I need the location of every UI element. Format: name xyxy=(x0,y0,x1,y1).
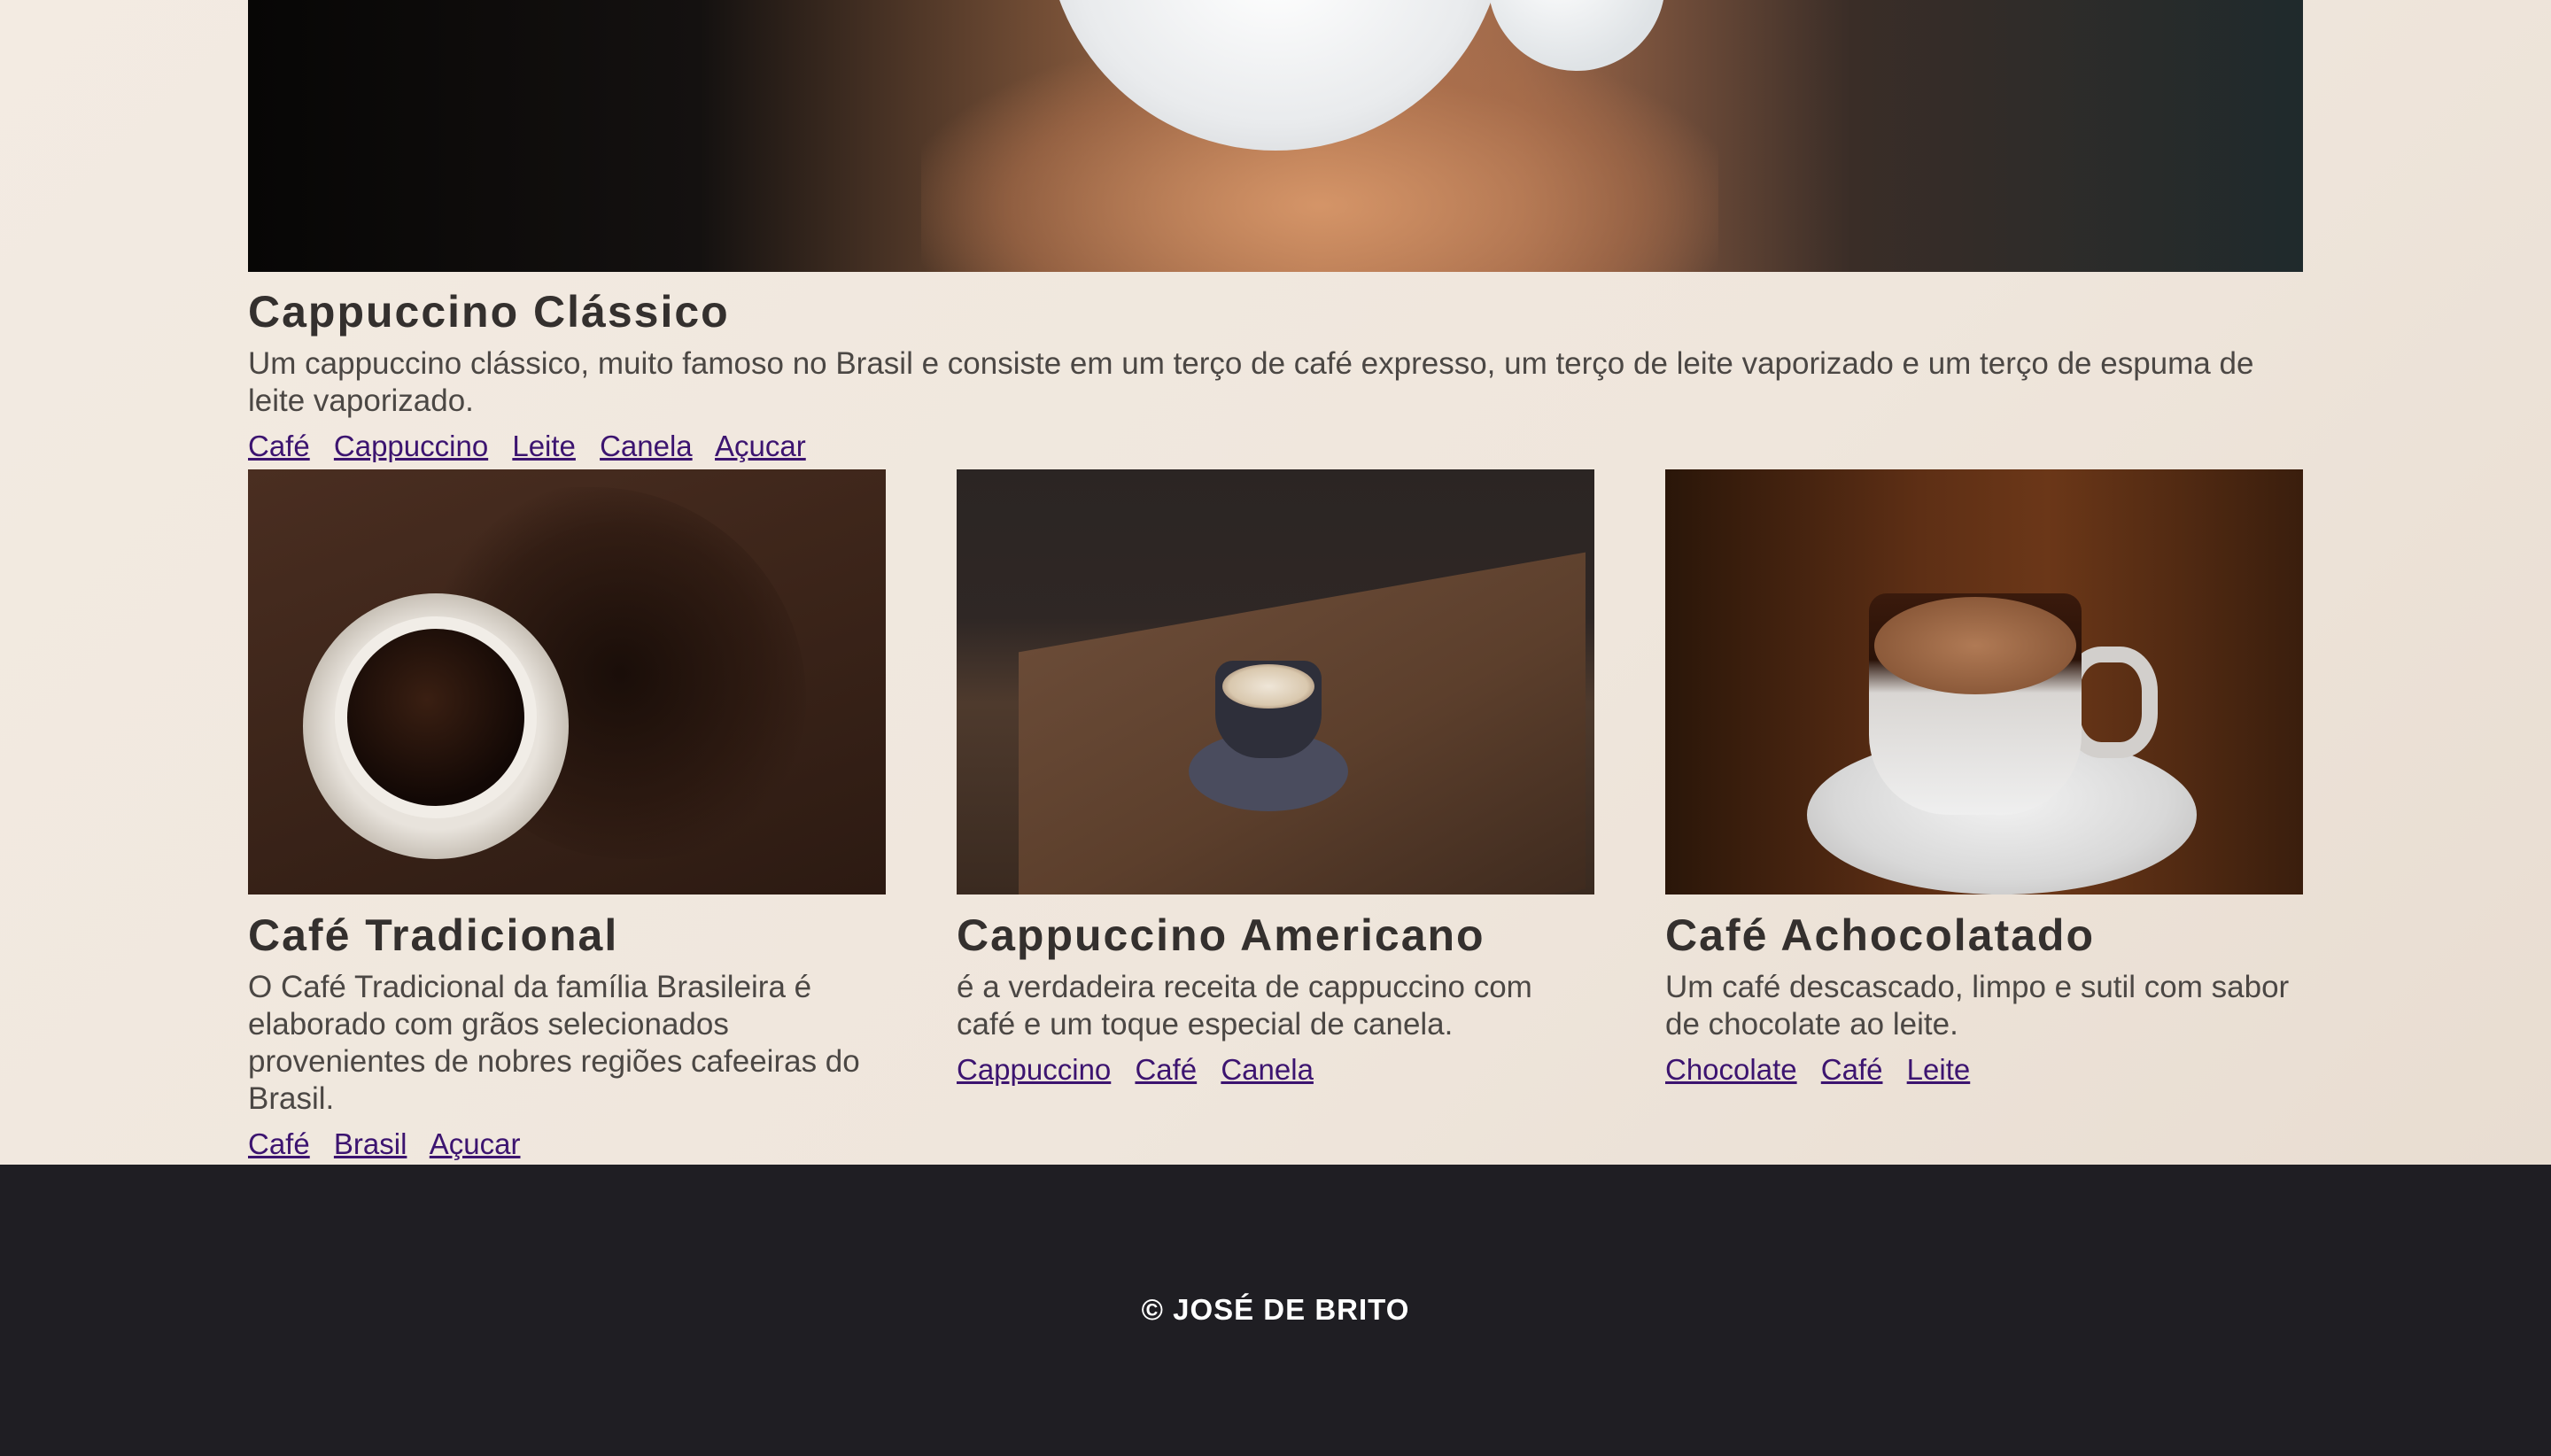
latte-art-shape xyxy=(1222,664,1314,709)
tag-link[interactable]: Leite xyxy=(1907,1053,1971,1086)
tag-link[interactable]: Leite xyxy=(512,430,576,462)
tag-link[interactable]: Café xyxy=(1135,1053,1197,1086)
featured-description: Um cappuccino clássico, muito famoso no … xyxy=(248,346,2254,418)
tag-link[interactable]: Chocolate xyxy=(1665,1053,1797,1086)
page: Cappuccino Clássico Um cappuccino clássi… xyxy=(0,0,2551,1456)
tag-link[interactable]: Açucar xyxy=(430,1127,521,1160)
card-tags: Chocolate Café Leite xyxy=(1665,1052,2303,1088)
tag-link[interactable]: Açucar xyxy=(715,430,806,462)
product-card-cafe-achocolatado: Café Achocolatado Um café descascado, li… xyxy=(1665,469,2303,1088)
card-title: Cappuccino Americano xyxy=(957,910,1485,960)
coffee-cup-shape xyxy=(347,629,524,806)
card-description: é a verdadeira receita de cappuccino com… xyxy=(957,970,1532,1042)
tag-link[interactable]: Cappuccino xyxy=(957,1053,1111,1086)
featured-tags: Café Cappuccino Leite Canela Açucar xyxy=(248,429,2303,464)
card-title: Café Achocolatado xyxy=(1665,910,2096,960)
tag-link[interactable]: Café xyxy=(248,1127,310,1160)
tag-link[interactable]: Café xyxy=(1821,1053,1883,1086)
card-description: O Café Tradicional da família Brasileira… xyxy=(248,970,860,1116)
tag-link[interactable]: Canela xyxy=(1221,1053,1314,1086)
featured-card: Cappuccino Clássico Um cappuccino clássi… xyxy=(248,285,2303,464)
tag-link[interactable]: Café xyxy=(248,430,310,462)
product-card-cafe-tradicional: Café Tradicional O Café Tradicional da f… xyxy=(248,469,886,1162)
tag-link[interactable]: Canela xyxy=(600,430,693,462)
tag-link[interactable]: Brasil xyxy=(334,1127,407,1160)
product-image-cafe-tradicional xyxy=(248,469,886,895)
footer: © JOSÉ DE BRITO xyxy=(0,1165,2551,1456)
tag-link[interactable]: Cappuccino xyxy=(334,430,488,462)
card-tags: Cappuccino Café Canela xyxy=(957,1052,1594,1088)
product-image-cafe-achocolatado xyxy=(1665,469,2303,895)
featured-title: Cappuccino Clássico xyxy=(248,287,730,337)
card-description: Um café descascado, limpo e sutil com sa… xyxy=(1665,970,2290,1042)
product-card-cappuccino-americano: Cappuccino Americano é a verdadeira rece… xyxy=(957,469,1594,1088)
chocolate-drink-shape xyxy=(1874,597,2076,694)
product-image-cappuccino-americano xyxy=(957,469,1594,895)
hero-image-cappuccino xyxy=(248,0,2303,272)
footer-copyright: © JOSÉ DE BRITO xyxy=(1141,1293,1410,1326)
card-title: Café Tradicional xyxy=(248,910,619,960)
card-tags: Café Brasil Açucar xyxy=(248,1127,886,1162)
